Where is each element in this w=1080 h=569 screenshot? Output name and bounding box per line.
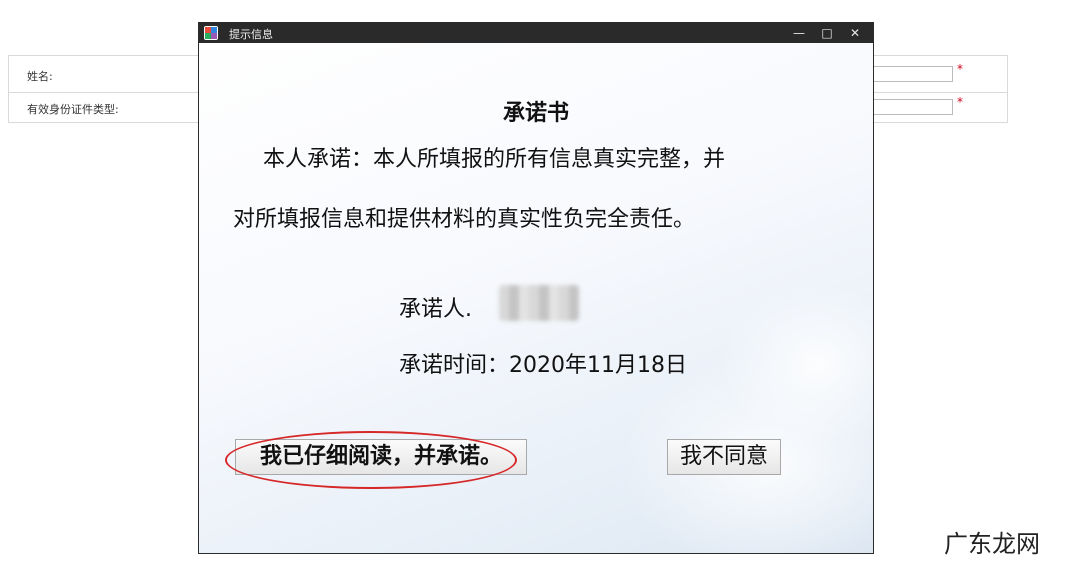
id-type-input[interactable] xyxy=(873,99,953,115)
id-type-label: 有效身份证件类型: xyxy=(27,103,119,116)
minimize-button[interactable]: — xyxy=(785,23,813,43)
close-button[interactable]: ✕ xyxy=(841,23,869,43)
commitment-text-line1: 本人承诺：本人所填报的所有信息真实完整，并 xyxy=(263,147,726,172)
commitment-text-line2: 对所填报信息和提供材料的真实性负完全责任。 xyxy=(233,207,696,232)
commitment-heading: 承诺书 xyxy=(502,101,569,126)
app-icon xyxy=(204,26,218,40)
name-label: 姓名: xyxy=(27,70,53,83)
signer-label: 承诺人. xyxy=(399,297,472,322)
commitment-dialog: 提示信息 — □ ✕ 承诺书 本人承诺：本人所填报的所有信息真实完整，并 对所填… xyxy=(198,22,874,554)
maximize-button[interactable]: □ xyxy=(813,23,841,43)
commitment-time: 承诺时间：2020年11月18日 xyxy=(399,353,687,378)
watermark: 广东龙网 xyxy=(944,530,1040,558)
name-input[interactable] xyxy=(873,66,953,82)
required-mark: * xyxy=(957,95,963,109)
dialog-titlebar[interactable]: 提示信息 — □ ✕ xyxy=(199,23,873,43)
blurred-signer-name xyxy=(499,285,579,321)
disagree-button[interactable]: 我不同意 xyxy=(667,439,781,475)
required-mark: * xyxy=(957,62,963,76)
highlight-circle xyxy=(225,431,517,489)
dialog-title: 提示信息 xyxy=(229,28,273,41)
